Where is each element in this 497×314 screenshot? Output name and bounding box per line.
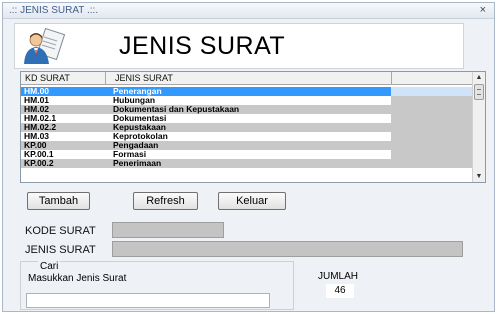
header-banner: JENIS SURAT	[14, 23, 464, 69]
jenis-surat-label: JENIS SURAT	[25, 244, 96, 256]
cell-extra	[391, 87, 473, 96]
refresh-button[interactable]: Refresh	[133, 192, 198, 210]
cell-extra	[391, 132, 473, 141]
document-person-icon	[24, 28, 66, 64]
scroll-thumb[interactable]	[474, 84, 484, 100]
kode-surat-field[interactable]	[112, 222, 224, 238]
cell-extra	[391, 150, 473, 159]
scroll-down-icon[interactable]: ▼	[473, 171, 485, 182]
app-window: .:: JENIS SURAT .::. × JENIS SURAT KD SU…	[2, 2, 495, 312]
cell-extra	[391, 159, 473, 168]
table-row[interactable]: KP.00 Pengadaan	[21, 141, 473, 150]
grip-icon	[477, 89, 481, 95]
table-header: KD SURAT JENIS SURAT	[21, 72, 473, 85]
search-hint: Masukkan Jenis Surat	[28, 273, 127, 284]
cell-extra	[391, 123, 473, 132]
jenis-surat-field[interactable]	[112, 241, 463, 257]
table-row[interactable]: KP.00.2 Penerimaan	[21, 159, 473, 168]
column-divider	[391, 72, 392, 85]
surat-table[interactable]: KD SURAT JENIS SURAT HM.00 Penerangan HM…	[20, 71, 486, 183]
cell-name: Penerimaan	[113, 158, 162, 168]
table-row[interactable]: HM.02 Dokumentasi dan Kepustakaan	[21, 105, 473, 114]
column-header-jenis-surat[interactable]: JENIS SURAT	[115, 73, 173, 83]
cell-extra	[391, 105, 473, 114]
table-row[interactable]: HM.00 Penerangan	[21, 87, 473, 96]
tambah-button[interactable]: Tambah	[27, 192, 90, 210]
keluar-button[interactable]: Keluar	[218, 192, 286, 210]
cell-extra	[391, 141, 473, 150]
search-input[interactable]	[26, 293, 270, 308]
cell-code: KP.00.2	[24, 158, 54, 168]
cell-extra	[391, 96, 473, 105]
column-header-kd-surat[interactable]: KD SURAT	[25, 73, 70, 83]
table-row[interactable]: HM.02.2 Kepustakaan	[21, 123, 473, 132]
scroll-up-icon[interactable]: ▲	[473, 72, 485, 83]
jumlah-value: 46	[326, 284, 354, 298]
search-group-title: Cari	[38, 261, 61, 272]
table-row[interactable]: HM.03 Keprotokolan	[21, 132, 473, 141]
window-title: .:: JENIS SURAT .::.	[9, 5, 99, 16]
vertical-scrollbar[interactable]: ▲ ▼	[472, 72, 485, 182]
jumlah-label: JUMLAH	[318, 271, 359, 282]
cell-extra	[391, 114, 473, 123]
title-bar: .:: JENIS SURAT .::. ×	[3, 3, 494, 19]
close-icon[interactable]: ×	[480, 4, 486, 16]
search-group: Cari Masukkan Jenis Surat	[20, 261, 294, 310]
table-row[interactable]: HM.02.1 Dokumentasi	[21, 114, 473, 123]
column-divider	[105, 72, 106, 85]
page-title: JENIS SURAT	[119, 32, 286, 60]
table-row[interactable]: HM.01 Hubungan	[21, 96, 473, 105]
kode-surat-label: KODE SURAT	[25, 225, 96, 237]
table-row[interactable]: KP.00.1 Formasi	[21, 150, 473, 159]
